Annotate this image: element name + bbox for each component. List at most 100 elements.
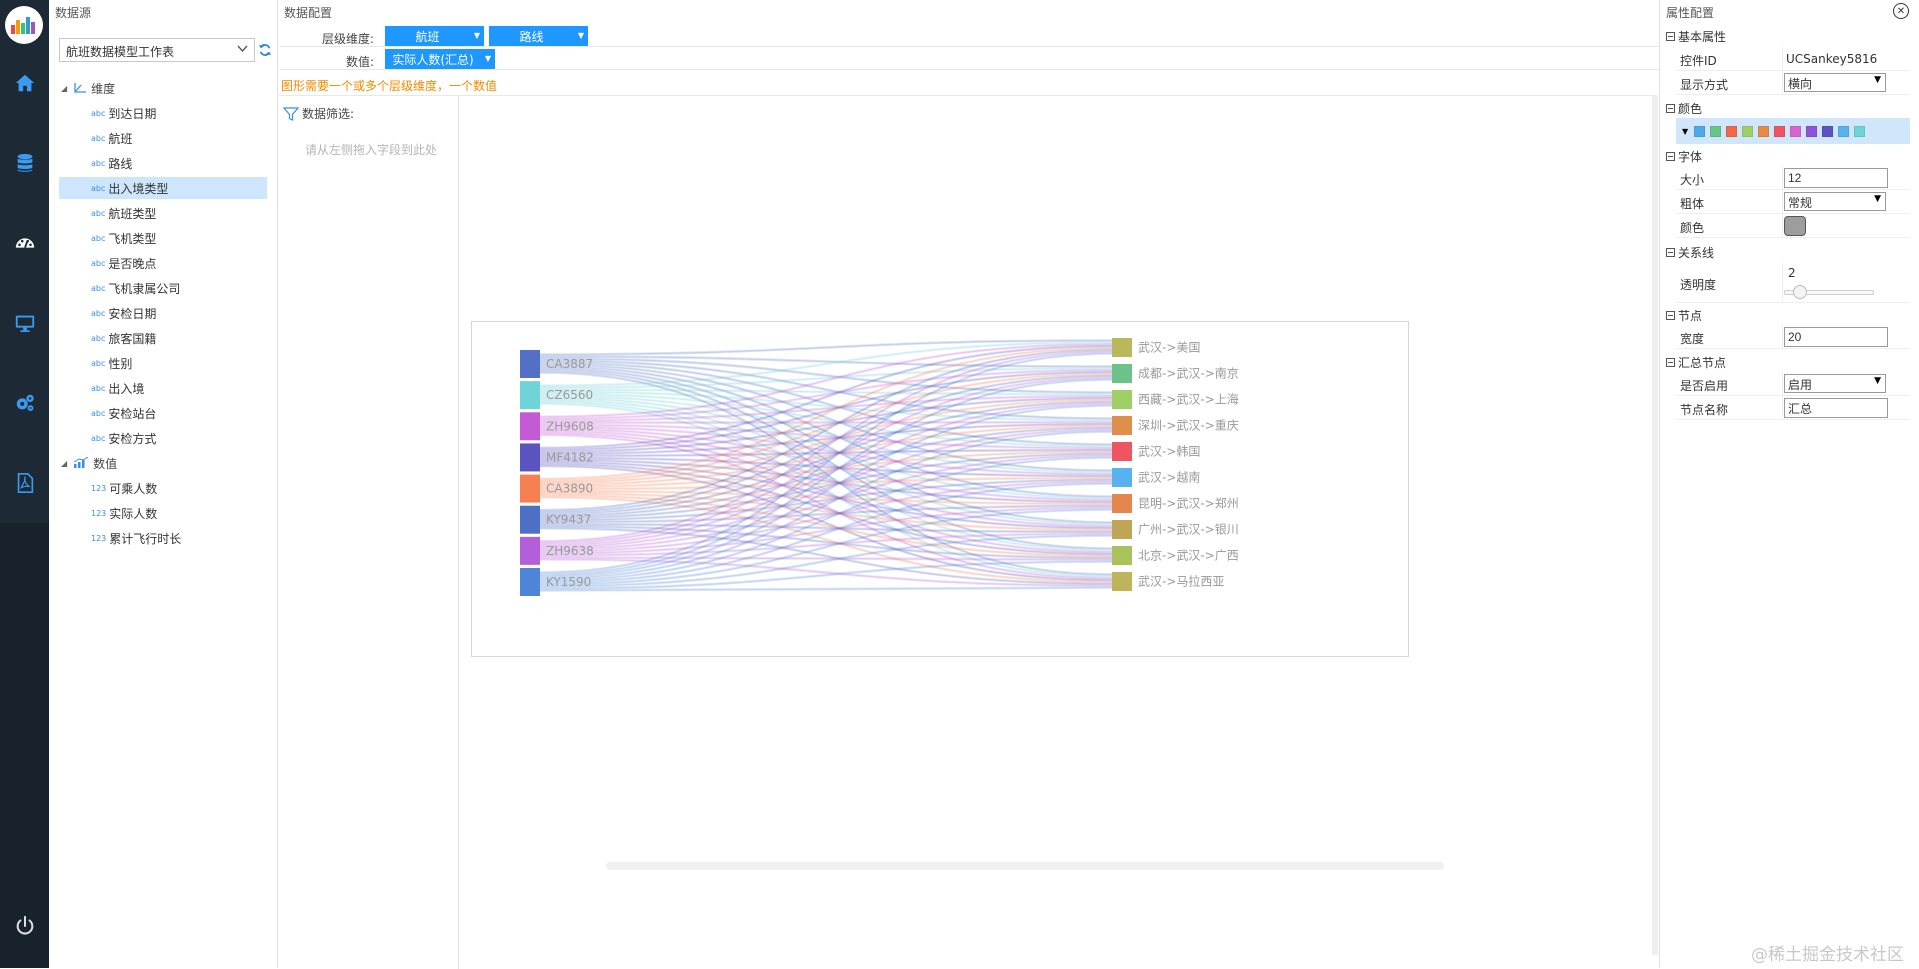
value-item-actual[interactable]: 实际人数(汇总) ▼	[385, 49, 495, 69]
sankey-right-label: 成都->武汉->南京	[1138, 366, 1239, 381]
value-item[interactable]: 123 可乘人数	[59, 477, 267, 499]
dimension-item[interactable]: abc 航班类型	[59, 202, 267, 224]
node-width-input[interactable]	[1784, 327, 1888, 347]
collapse-triangle-icon: ◢	[61, 83, 68, 93]
sankey-left-label: MF4182	[546, 450, 594, 464]
dropdown-arrow-icon: ▼	[1874, 75, 1881, 85]
collapse-icon	[1666, 247, 1675, 257]
dimension-item[interactable]: abc 飞机隶属公司	[59, 277, 267, 299]
font-color-picker[interactable]	[1784, 216, 1806, 236]
palette-swatch	[1822, 125, 1834, 137]
section-basic[interactable]: 基本属性	[1666, 27, 1726, 45]
refresh-button[interactable]	[255, 40, 275, 60]
database-nav-button[interactable]	[0, 143, 49, 183]
palette-swatch	[1710, 125, 1722, 137]
pdf-nav-button[interactable]	[0, 463, 49, 503]
dimension-item[interactable]: abc 航班	[59, 127, 267, 149]
dimension-item[interactable]: abc 旅客国籍	[59, 327, 267, 349]
filter-dropzone[interactable]: 请从左侧拖入字段到此处	[305, 141, 437, 158]
section-link-label: 关系线	[1678, 245, 1715, 260]
dimension-item[interactable]: abc 到达日期	[59, 102, 267, 124]
sankey-chart[interactable]: CA3887 CZ6560 ZH9608 MF4182 CA3890 KY9437 ZH96…	[471, 321, 1409, 657]
dropdown-arrow-icon: ▼	[1874, 194, 1881, 204]
text-type-icon: abc	[91, 308, 106, 318]
dataconfig-title: 数据配置	[284, 6, 333, 20]
screen-nav-button[interactable]	[0, 303, 49, 343]
section-basic-label: 基本属性	[1678, 29, 1727, 44]
level-item-flight-label: 航班	[415, 29, 440, 44]
settings-nav-button[interactable]	[0, 383, 49, 423]
app-window: 数据源 航班数据模型工作表 ◢ 维度 abc 到达日期 abc 航班 abc 路线 abc 出…	[0, 0, 1919, 969]
dimension-group[interactable]: ◢ 维度	[61, 79, 115, 97]
section-summary[interactable]: 汇总节点	[1666, 353, 1726, 371]
dimension-item-label: 路线	[108, 156, 133, 171]
sankey-left-node	[520, 443, 540, 472]
collapse-icon	[1666, 357, 1675, 367]
database-icon	[17, 153, 32, 172]
model-select[interactable]: 航班数据模型工作表	[59, 38, 255, 62]
summary-name-input[interactable]	[1784, 398, 1888, 418]
text-type-icon: abc	[91, 408, 106, 418]
palette-swatch	[1726, 125, 1738, 137]
palette-swatch	[1806, 125, 1818, 137]
dimension-item[interactable]: abc 路线	[59, 152, 267, 174]
dimension-item[interactable]: abc 飞机类型	[59, 227, 267, 249]
horizontal-scrollbar[interactable]	[606, 862, 1444, 870]
control-id-label: 控件ID	[1680, 54, 1717, 68]
home-nav-button[interactable]	[0, 63, 49, 103]
filter-column: 数据筛选: 请从左侧拖入字段到此处	[279, 96, 459, 969]
sankey-left-label: CA3890	[546, 482, 593, 496]
sankey-right-node	[1112, 572, 1132, 591]
vertical-scrollbar[interactable]	[1652, 95, 1658, 955]
sankey-right-node	[1112, 364, 1132, 383]
dashboard-nav-button[interactable]	[0, 223, 49, 263]
section-font[interactable]: 字体	[1666, 147, 1702, 165]
value-group[interactable]: ◢ 数值	[61, 454, 117, 472]
value-item[interactable]: 123 实际人数	[59, 502, 267, 524]
summary-enable-select[interactable]: 启用 ▼	[1784, 374, 1886, 393]
dashboard-icon	[15, 238, 34, 248]
dimension-item[interactable]: abc 安检方式	[59, 427, 267, 449]
font-size-input[interactable]	[1784, 168, 1888, 188]
display-mode-select[interactable]: 横向 ▼	[1784, 73, 1886, 92]
dimension-item[interactable]: abc 性别	[59, 352, 267, 374]
level-item-route[interactable]: 路线 ▼	[489, 26, 588, 46]
dimension-item-label: 性别	[108, 356, 133, 371]
font-bold-label: 粗体	[1680, 197, 1705, 211]
dimension-item[interactable]: abc 安检日期	[59, 302, 267, 324]
dropdown-arrow-icon: ▼	[1682, 126, 1689, 136]
sankey-left-node	[520, 381, 540, 410]
property-title: 属性配置	[1666, 6, 1715, 20]
close-button[interactable]: ✕	[1893, 3, 1909, 19]
value-item-label: 累计飞行时长	[109, 531, 182, 546]
dimension-item[interactable]: abc 安检站台	[59, 402, 267, 424]
dimension-item-label: 到达日期	[108, 106, 157, 121]
dimension-item[interactable]: abc 是否晚点	[59, 252, 267, 274]
dropdown-arrow-icon: ▼	[1874, 376, 1881, 386]
sankey-link	[539, 421, 1113, 425]
section-node[interactable]: 节点	[1666, 306, 1702, 324]
home-icon	[15, 74, 34, 92]
section-link[interactable]: 关系线	[1666, 243, 1714, 261]
value-item[interactable]: 123 累计飞行时长	[59, 527, 267, 549]
color-palette-select[interactable]: ▼	[1676, 118, 1910, 144]
summary-name-label: 节点名称	[1680, 403, 1729, 417]
sankey-left-label: CA3887	[546, 357, 593, 371]
text-type-icon: abc	[91, 183, 106, 193]
filter-icon	[283, 106, 299, 121]
section-color[interactable]: 颜色	[1666, 99, 1702, 117]
dimension-item[interactable]: abc 出入境	[59, 377, 267, 399]
font-bold-select[interactable]: 常规 ▼	[1784, 192, 1886, 211]
text-type-icon: abc	[91, 108, 106, 118]
display-mode-label: 显示方式	[1680, 78, 1729, 92]
palette-swatch	[1790, 125, 1802, 137]
number-type-icon: 123	[91, 508, 107, 518]
control-id-row: 控件ID UCSankey5816	[1676, 47, 1910, 71]
dimension-item[interactable]: abc 出入境类型	[59, 177, 267, 199]
logout-button[interactable]	[0, 906, 49, 946]
collapse-icon	[1666, 31, 1675, 41]
font-color-row: 颜色	[1676, 214, 1910, 238]
nav-rail	[0, 0, 49, 968]
level-item-flight[interactable]: 航班 ▼	[385, 26, 484, 46]
opacity-slider-thumb[interactable]	[1793, 285, 1807, 299]
